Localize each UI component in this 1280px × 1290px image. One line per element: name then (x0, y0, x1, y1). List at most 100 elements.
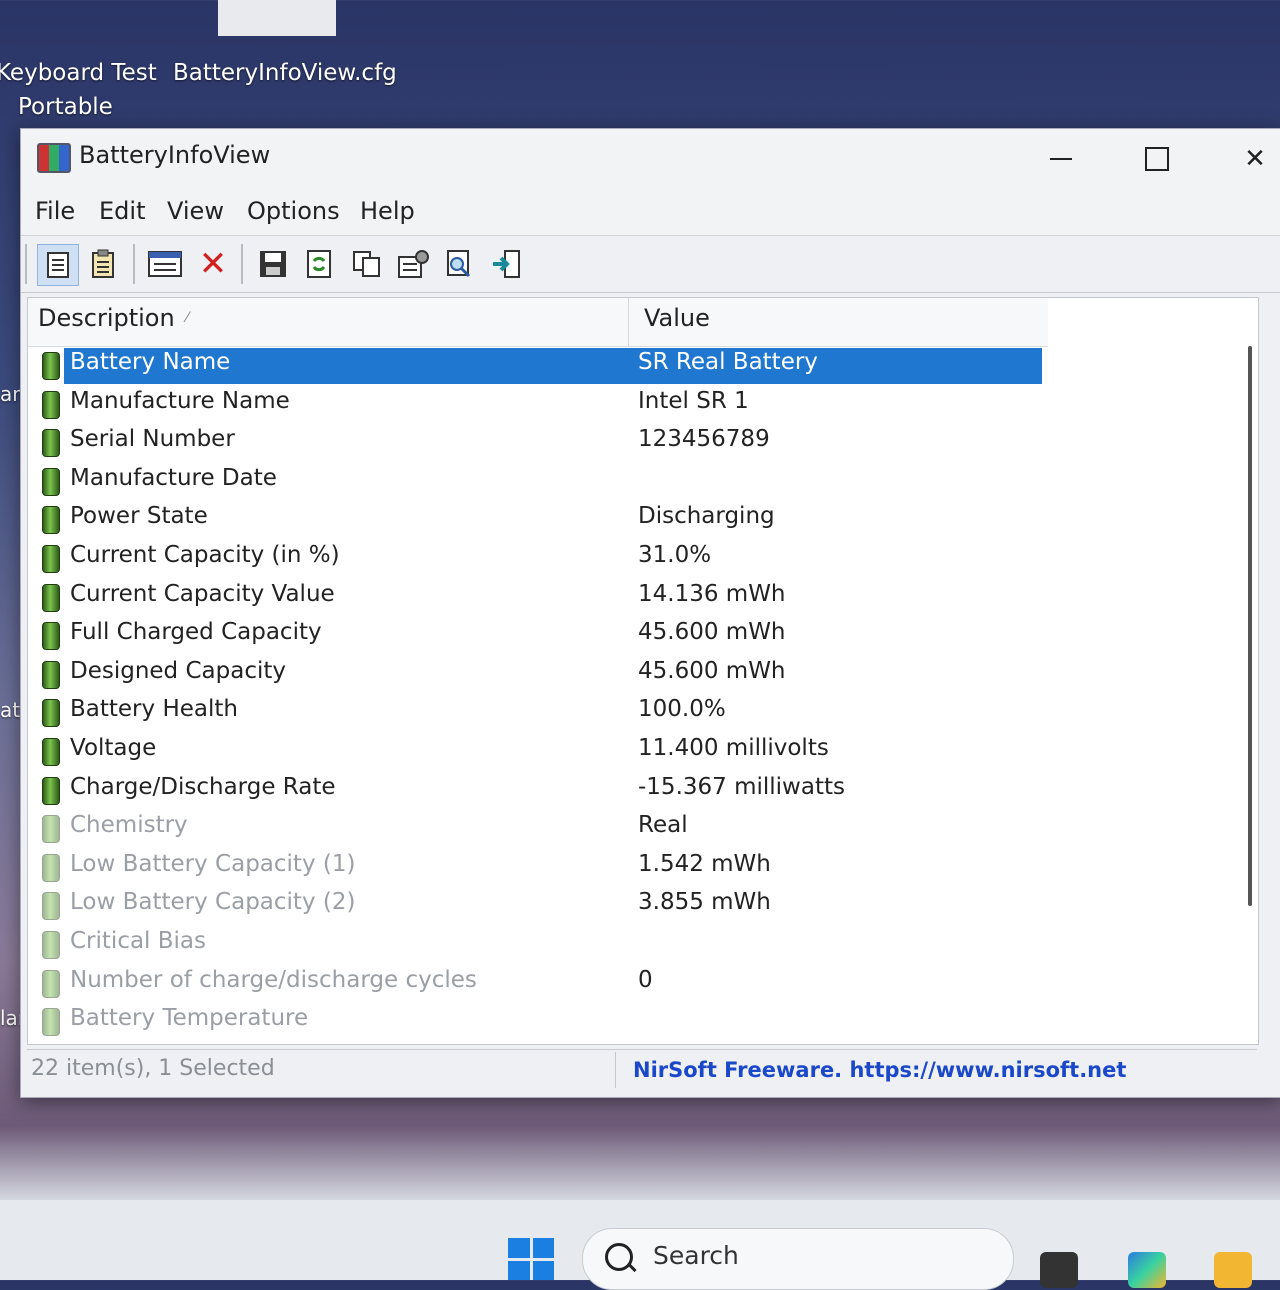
battery-icon (42, 738, 60, 766)
start-button[interactable] (508, 1238, 554, 1280)
column-header-value[interactable]: Value (644, 304, 710, 332)
properties-button[interactable] (145, 244, 185, 284)
table-row[interactable]: Battery Name SR Real Battery (28, 346, 1228, 384)
table-row[interactable]: Chemistry Real (28, 809, 1228, 847)
report-icon (47, 252, 69, 278)
copilot-icon[interactable] (1128, 1252, 1166, 1288)
table-row[interactable]: Current Capacity (in %) 31.0% (28, 539, 1228, 577)
search-icon (605, 1243, 633, 1271)
save-button[interactable] (253, 244, 293, 284)
row-description: Current Capacity Value (70, 580, 335, 607)
app-icon (37, 143, 71, 173)
column-header-description[interactable]: Description (38, 304, 175, 332)
refresh-icon (307, 250, 331, 278)
windows-logo-icon (508, 1238, 530, 1258)
toolbar-separator (25, 244, 27, 284)
battery-icon (42, 390, 60, 419)
table-row[interactable]: Charge/Discharge Rate -15.367 milliwatts (28, 771, 1228, 809)
desktop-icon-label: BatteryInfoView.cfg (173, 60, 397, 86)
menu-edit[interactable]: Edit (95, 195, 149, 227)
table-row[interactable]: Critical Bias (28, 925, 1228, 963)
toolbar-separator (241, 244, 243, 284)
sort-indicator-icon: ⁄ (186, 310, 189, 326)
batteryinfoview-window: BatteryInfoView ✕ File Edit View Options… (20, 128, 1280, 1098)
desktop-icon-batteryinfoview-cfg[interactable]: BatteryInfoView.cfg (173, 56, 397, 90)
maximize-button[interactable] (1127, 137, 1187, 181)
menu-file[interactable]: File (31, 195, 79, 227)
desktop-icon-keyboard-test[interactable]: Keyboard Test Portable (0, 56, 157, 124)
desktop-icon-label: Portable (18, 94, 113, 120)
taskbar: Search (0, 1200, 1280, 1290)
column-divider[interactable] (628, 298, 629, 346)
menu-bar: File Edit View Options Help (21, 191, 1280, 235)
table-row[interactable]: Serial Number 123456789 (28, 423, 1228, 461)
row-value: SR Real Battery (638, 349, 818, 375)
menu-options[interactable]: Options (243, 195, 344, 227)
battery-icon (42, 467, 60, 496)
row-value: Intel SR 1 (638, 387, 749, 414)
table-row[interactable]: Current Capacity Value 14.136 mWh (28, 578, 1228, 616)
battery-icon (42, 776, 60, 805)
desktop-file-thumbnail[interactable] (218, 0, 336, 36)
row-value: 123456789 (638, 426, 770, 453)
row-description: Chemistry (70, 812, 188, 839)
table-row[interactable]: Full Charged Capacity 45.600 mWh (28, 616, 1228, 654)
row-description: Charge/Discharge Rate (70, 773, 336, 800)
menu-view[interactable]: View (163, 195, 228, 227)
battery-info-list[interactable]: Description ⁄ Value Battery Name SR Real … (27, 297, 1259, 1045)
find-button[interactable] (439, 244, 479, 284)
row-value: 45.600 mWh (638, 657, 786, 684)
status-item-count: 22 item(s), 1 Selected (31, 1056, 275, 1081)
minimize-button[interactable] (1031, 137, 1091, 181)
refresh-button[interactable] (299, 244, 339, 284)
close-button[interactable]: ✕ (1225, 137, 1280, 181)
exit-button[interactable] (487, 244, 527, 284)
table-row[interactable]: Battery Temperature (28, 1002, 1228, 1040)
file-explorer-icon[interactable] (1214, 1252, 1252, 1288)
table-row[interactable]: Manufacture Date (28, 462, 1228, 500)
maximize-icon (1145, 147, 1169, 171)
status-divider (615, 1052, 616, 1088)
taskbar-app-icon[interactable] (1040, 1252, 1078, 1288)
row-description: Critical Bias (70, 928, 207, 954)
delete-button[interactable]: ✕ (193, 244, 233, 284)
table-row[interactable]: Power State Discharging (28, 500, 1228, 538)
table-row[interactable]: Low Battery Capacity (1) 1.542 mWh (28, 848, 1228, 886)
toolbar: ✕ (21, 235, 1280, 293)
battery-icon (42, 660, 60, 689)
battery-icon (42, 699, 60, 728)
table-row[interactable]: Designed Capacity 45.600 mWh (28, 655, 1228, 693)
battery-icon (42, 506, 60, 535)
table-row[interactable]: Low Battery Capacity (2) 3.855 mWh (28, 886, 1228, 924)
row-value: 31.0% (638, 542, 712, 568)
table-row[interactable]: Battery Health 100.0% (28, 693, 1228, 731)
vertical-scrollbar[interactable] (1248, 346, 1252, 906)
row-value: -15.367 milliwatts (638, 773, 845, 800)
minimize-icon (1050, 158, 1072, 160)
title-bar[interactable]: BatteryInfoView ✕ (21, 129, 1280, 191)
report-button[interactable] (37, 244, 79, 286)
options-button[interactable] (393, 244, 433, 284)
menu-help[interactable]: Help (356, 195, 419, 227)
copy-button[interactable] (347, 244, 387, 284)
row-description: Full Charged Capacity (70, 619, 322, 646)
find-icon (447, 250, 471, 278)
clipboard-button[interactable] (83, 244, 123, 284)
row-description: Battery Temperature (70, 1005, 309, 1032)
battery-icon (42, 545, 60, 573)
table-row[interactable]: Manufacture Name Intel SR 1 (28, 385, 1228, 423)
table-row[interactable]: Voltage 11.400 millivolts (28, 732, 1228, 770)
row-value: Real (638, 812, 688, 839)
row-value: 45.600 mWh (638, 619, 786, 646)
row-value: 11.400 millivolts (638, 735, 829, 761)
row-value: Discharging (638, 503, 775, 530)
row-value: 100.0% (638, 696, 726, 723)
battery-icon (42, 931, 60, 959)
table-row[interactable]: Number of charge/discharge cycles 0 (28, 964, 1228, 1002)
row-description: Low Battery Capacity (1) (70, 850, 356, 877)
copy-icon (353, 251, 380, 277)
row-description: Manufacture Name (70, 387, 290, 414)
nirsoft-link[interactable]: NirSoft Freeware. https://www.nirsoft.ne… (633, 1058, 1126, 1082)
taskbar-search[interactable]: Search (582, 1228, 1014, 1290)
battery-icon (42, 583, 60, 612)
